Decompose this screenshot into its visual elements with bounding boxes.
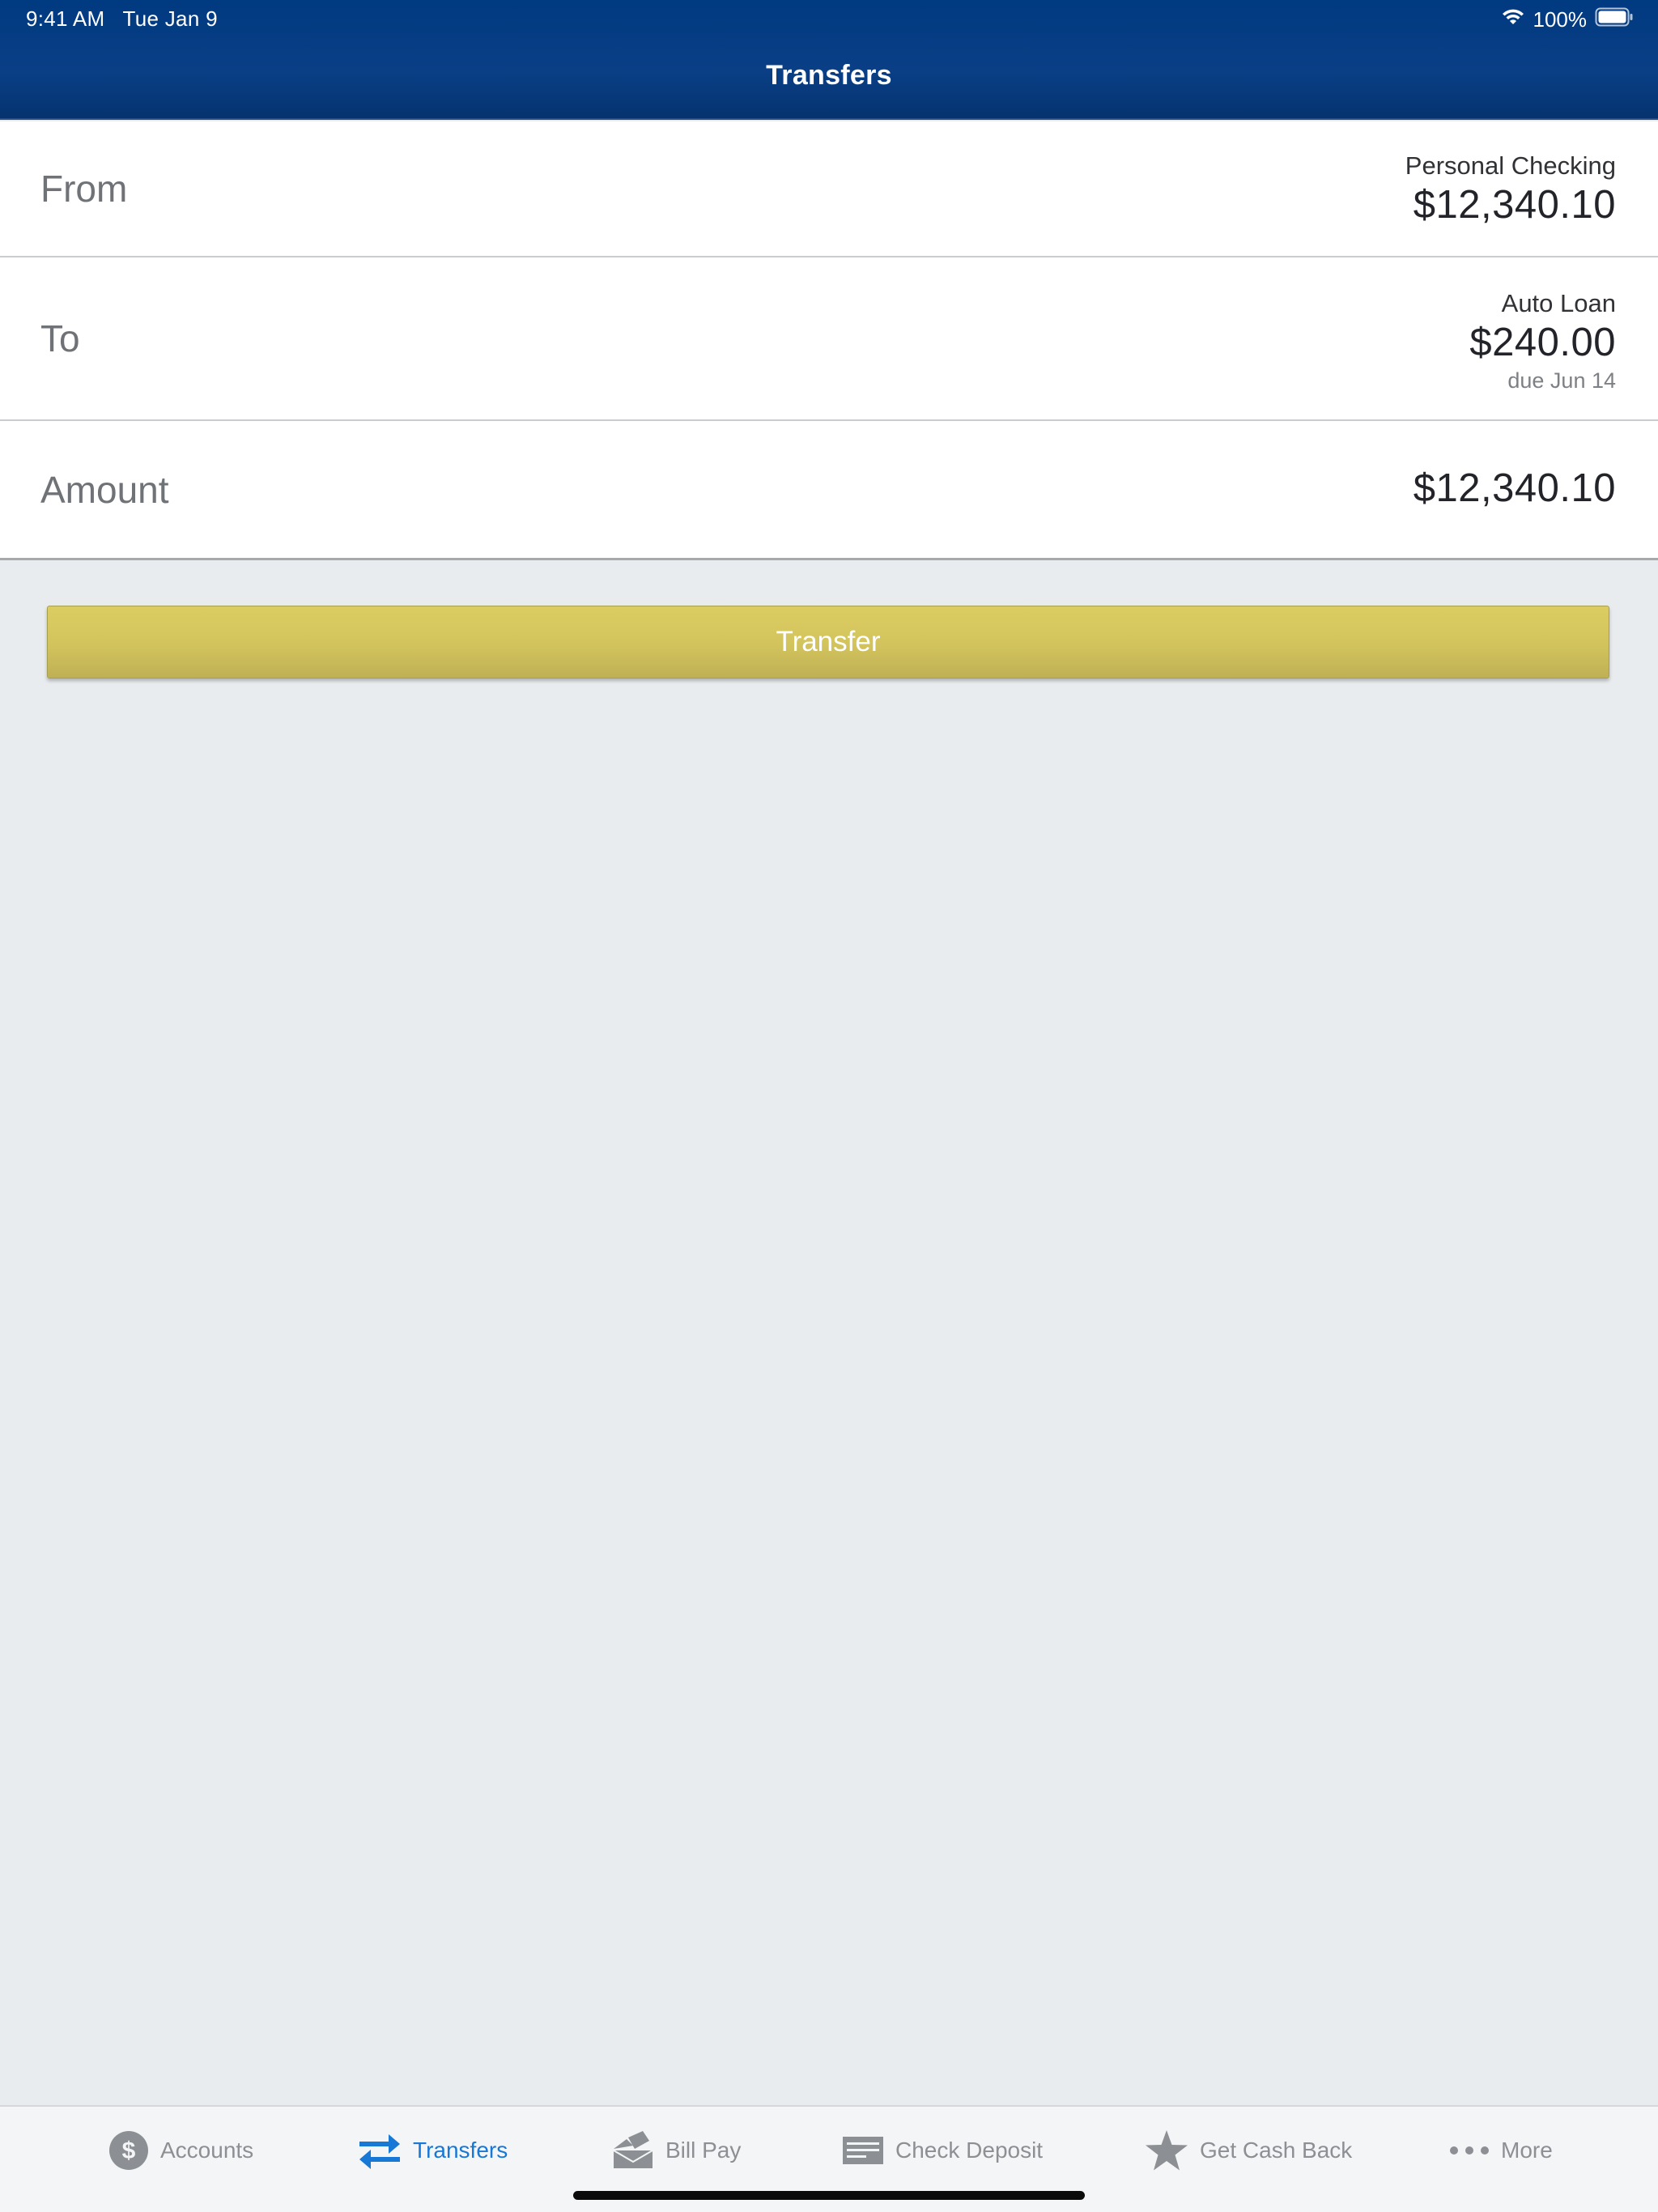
more-dots-icon <box>1449 2146 1490 2155</box>
status-bar-right: 100% <box>1501 5 1635 34</box>
page-title: Transfers <box>766 60 892 91</box>
battery-icon <box>1595 6 1634 33</box>
status-date: Tue Jan 9 <box>122 6 218 31</box>
dollar-circle-icon: $ <box>108 2130 149 2171</box>
from-account-name: Personal Checking <box>1405 151 1616 180</box>
tab-transfers[interactable]: Transfers <box>358 2126 508 2175</box>
amount-label: Amount <box>40 468 169 511</box>
transfer-button[interactable]: Transfer <box>47 606 1609 678</box>
transfers-screen: 9:41 AM Tue Jan 9 100% Transfers From Pe… <box>0 0 1658 2212</box>
tab-accounts-label: Accounts <box>160 2138 254 2163</box>
tab-get-cash-back-label: Get Cash Back <box>1200 2138 1353 2163</box>
tab-transfers-label: Transfers <box>413 2138 508 2163</box>
wifi-icon <box>1501 7 1525 32</box>
to-label: To <box>40 317 80 359</box>
amount-value-wrap: $12,340.10 <box>1414 465 1616 512</box>
transfer-form: From Personal Checking $12,340.10 To Aut… <box>0 121 1658 560</box>
to-account-name: Auto Loan <box>1501 289 1616 317</box>
to-account-amount: $240.00 <box>1469 321 1616 364</box>
battery-percent: 100% <box>1533 6 1588 32</box>
to-account-details: Auto Loan $240.00 due Jun 14 <box>1469 288 1616 395</box>
amount-row[interactable]: Amount $12,340.10 <box>0 421 1658 560</box>
status-time: 9:41 AM <box>26 6 105 31</box>
from-account-balance: $12,340.10 <box>1413 183 1616 227</box>
tab-check-deposit-label: Check Deposit <box>895 2138 1044 2163</box>
tab-bill-pay[interactable]: Bill Pay <box>612 2126 741 2175</box>
star-icon <box>1145 2129 1188 2172</box>
tab-more-label: More <box>1501 2138 1553 2163</box>
svg-text:$: $ <box>122 2138 136 2164</box>
transfer-arrows-icon <box>358 2131 402 2170</box>
envelope-icon <box>612 2131 654 2170</box>
from-label: From <box>40 168 128 210</box>
tab-bill-pay-label: Bill Pay <box>665 2138 742 2163</box>
status-bar-left: 9:41 AM Tue Jan 9 <box>26 6 218 32</box>
to-account-row[interactable]: To Auto Loan $240.00 due Jun 14 <box>0 257 1658 421</box>
tab-check-deposit[interactable]: Check Deposit <box>842 2126 1043 2175</box>
home-indicator[interactable] <box>573 2191 1085 2200</box>
from-account-details: Personal Checking $12,340.10 <box>1405 151 1616 228</box>
from-account-row[interactable]: From Personal Checking $12,340.10 <box>0 121 1658 257</box>
to-account-due-date: due Jun 14 <box>1507 368 1616 393</box>
amount-value: $12,340.10 <box>1413 466 1616 510</box>
tab-more[interactable]: More <box>1449 2126 1553 2175</box>
tab-get-cash-back[interactable]: Get Cash Back <box>1145 2126 1352 2175</box>
check-icon <box>842 2136 884 2165</box>
tab-accounts[interactable]: $ Accounts <box>108 2126 253 2175</box>
navigation-header: 9:41 AM Tue Jan 9 100% Transfers <box>0 0 1658 120</box>
